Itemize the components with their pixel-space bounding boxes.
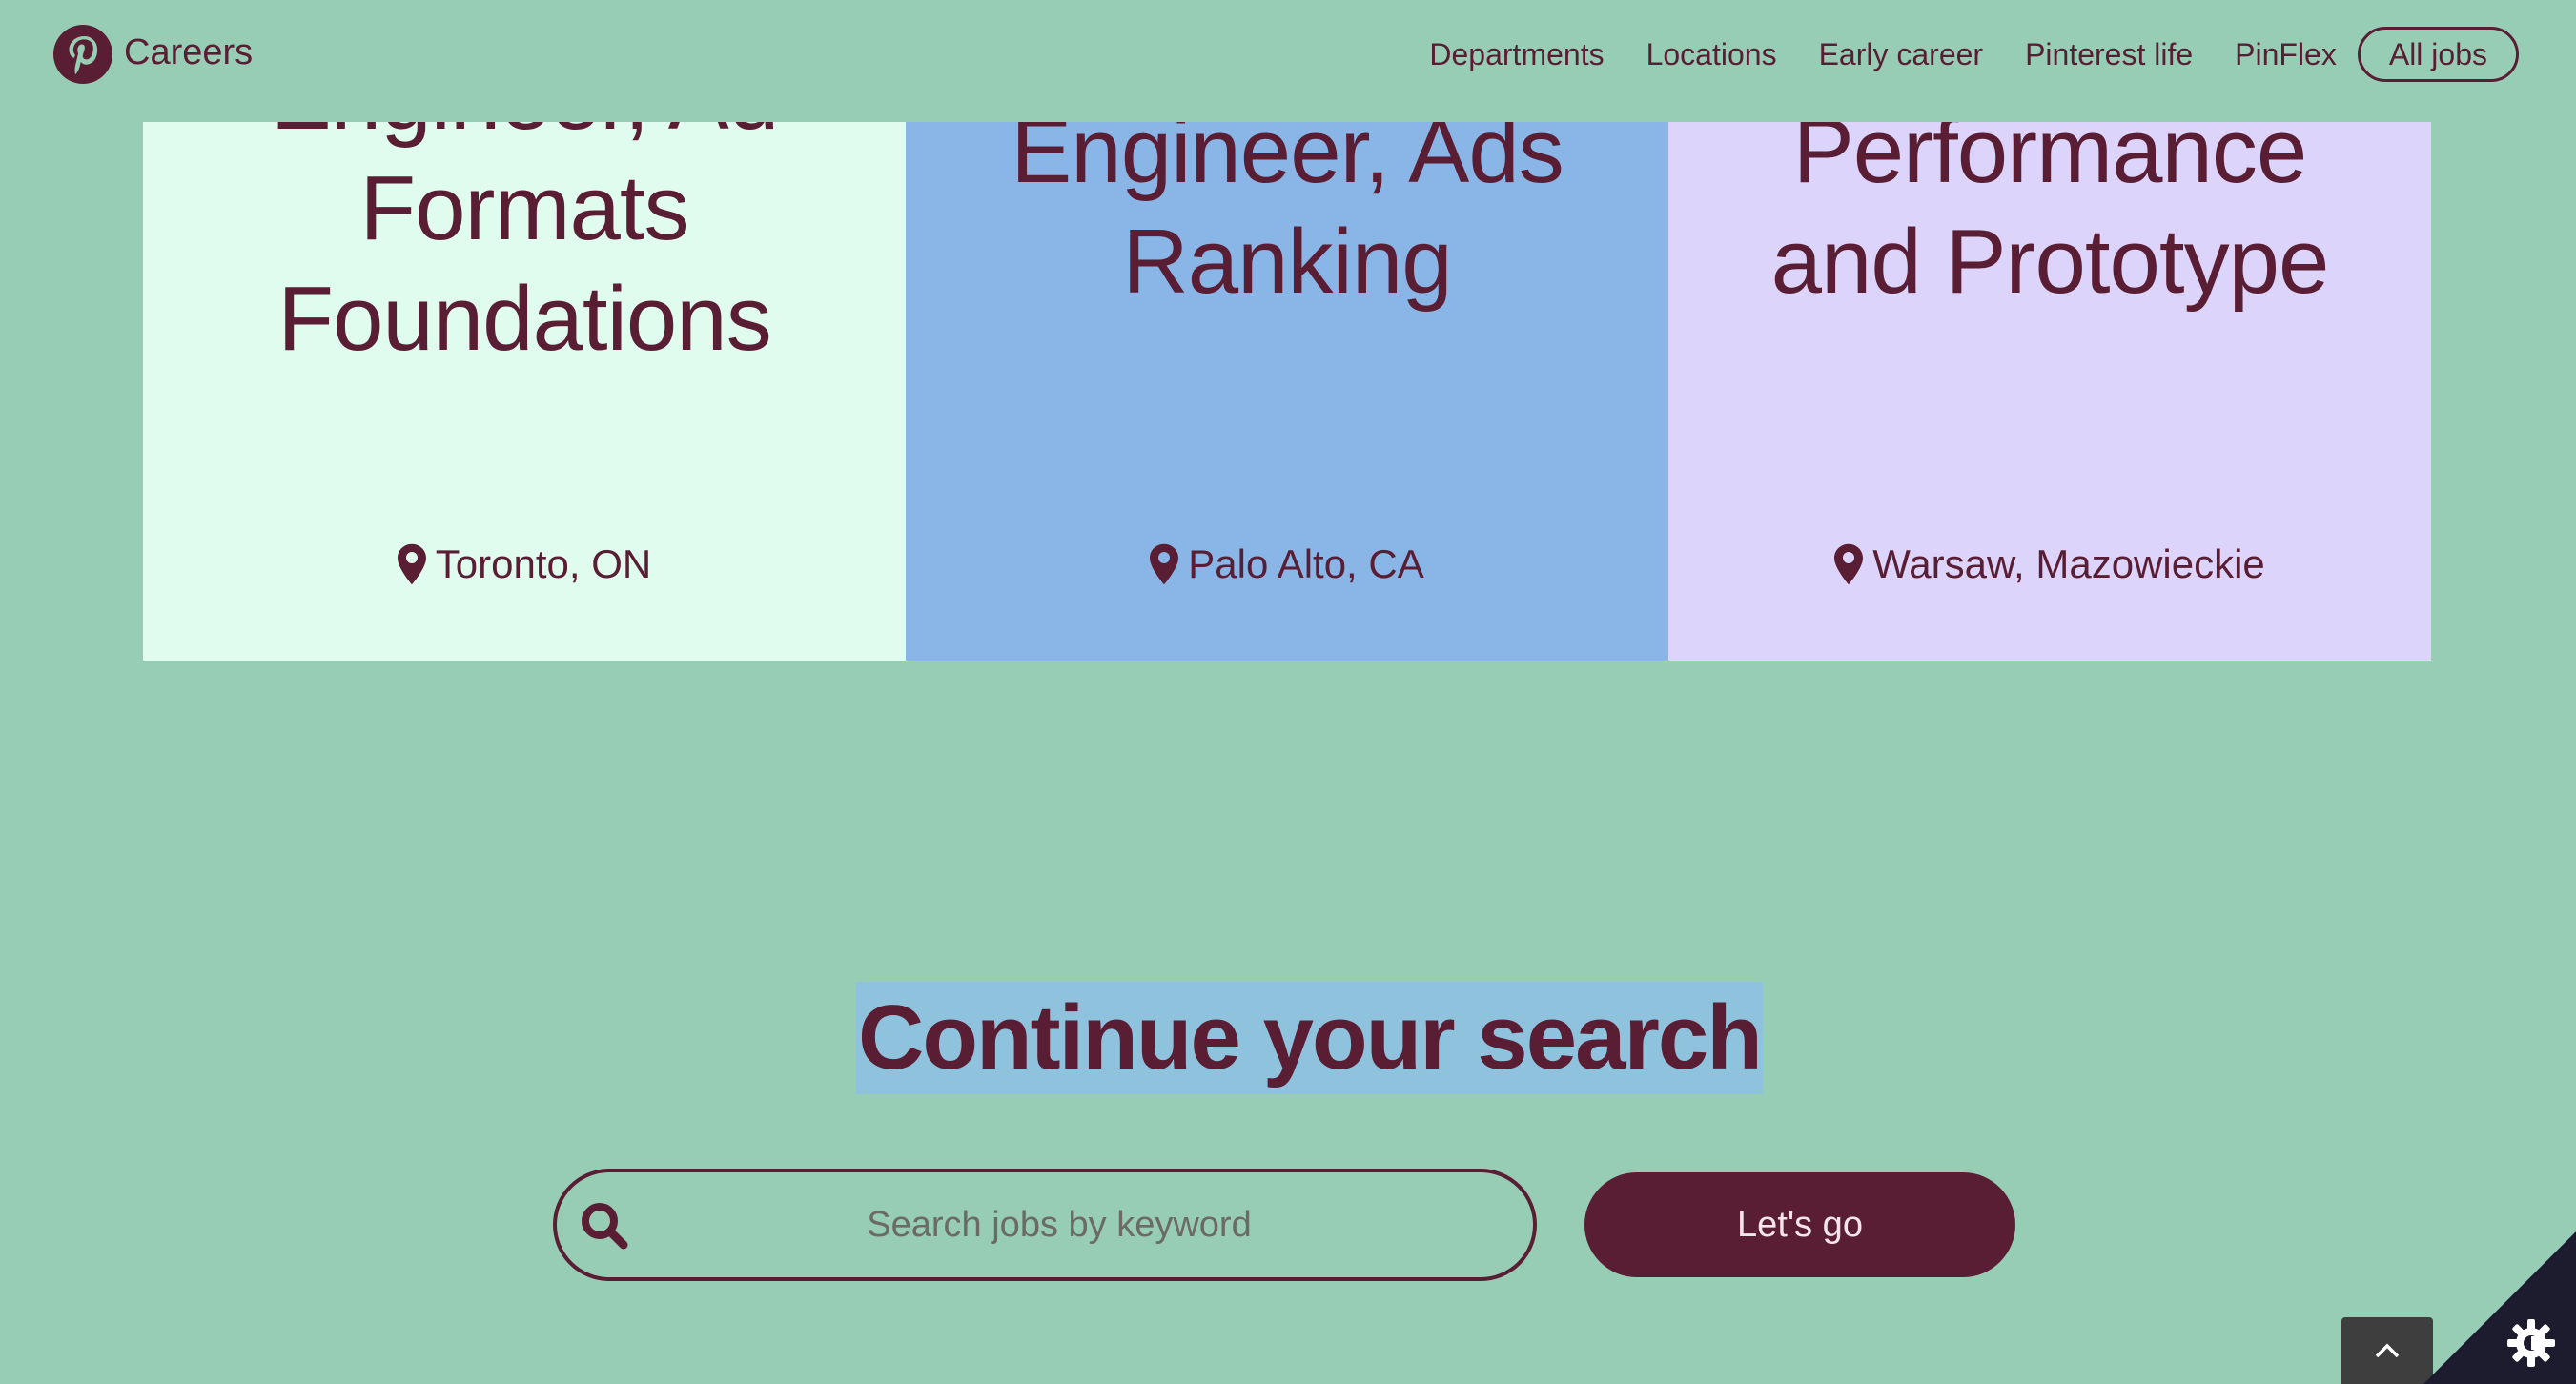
search-box xyxy=(553,1169,1537,1281)
main-nav: Departments Locations Early career Pinte… xyxy=(1387,27,2519,82)
search-input[interactable] xyxy=(557,1172,1533,1277)
back-to-top-button[interactable] xyxy=(2341,1317,2433,1384)
careers-page: Engineer, Ad Formats Foundations Toronto… xyxy=(0,0,2576,1384)
gear-icon xyxy=(2507,1319,2555,1367)
job-location-label: Warsaw, Mazowieckie xyxy=(1872,541,2265,586)
nav-pinflex[interactable]: PinFlex xyxy=(2235,27,2337,82)
site-header: Careers Departments Locations Early care… xyxy=(0,0,2576,122)
job-location-label: Toronto, ON xyxy=(435,541,652,586)
job-title-line: and Prototype xyxy=(1770,211,2330,313)
all-jobs-button[interactable]: All jobs xyxy=(2357,27,2519,82)
nav-departments[interactable]: Departments xyxy=(1429,27,1604,82)
job-location: Palo Alto, CA xyxy=(906,541,1668,587)
nav-early-career[interactable]: Early career xyxy=(1819,27,1984,82)
job-title-line: Ranking xyxy=(1122,211,1452,313)
search-icon xyxy=(582,1203,628,1250)
brand-title[interactable]: Careers xyxy=(124,32,253,73)
job-title-line: Formats xyxy=(359,157,689,259)
location-pin-icon xyxy=(1834,543,1864,585)
location-pin-icon xyxy=(397,543,426,585)
nav-locations[interactable]: Locations xyxy=(1646,27,1777,82)
lets-go-button[interactable]: Let's go xyxy=(1584,1172,2015,1277)
job-title-line: Foundations xyxy=(277,268,771,370)
job-title[interactable]: Performance and Prototype xyxy=(1668,96,2431,317)
chevron-up-icon xyxy=(2375,1343,2400,1358)
section-heading: Continue your search xyxy=(856,982,1763,1094)
job-title[interactable]: Engineer, Ads Ranking xyxy=(906,96,1668,317)
cookie-settings-button[interactable] xyxy=(2423,1231,2576,1384)
nav-pinterest-life[interactable]: Pinterest life xyxy=(2025,27,2193,82)
job-location: Toronto, ON xyxy=(143,541,906,587)
job-location-label: Palo Alto, CA xyxy=(1188,541,1424,586)
pinterest-logo-icon[interactable] xyxy=(53,25,112,84)
location-pin-icon xyxy=(1150,543,1179,585)
job-location: Warsaw, Mazowieckie xyxy=(1668,541,2431,587)
